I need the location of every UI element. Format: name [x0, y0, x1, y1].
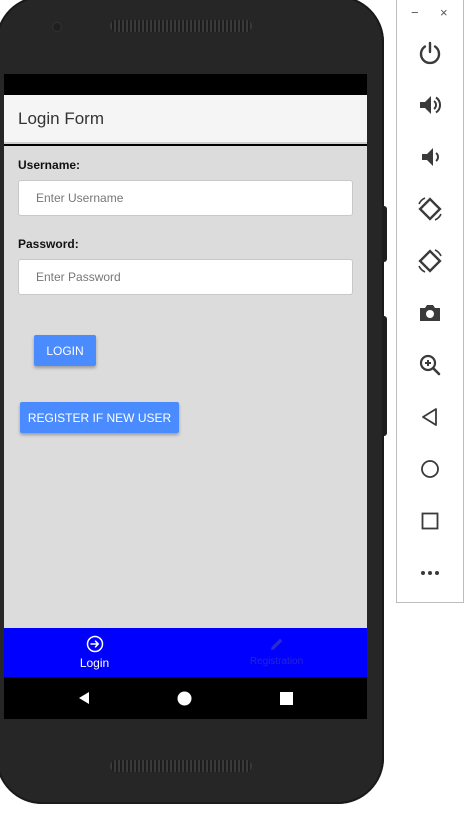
- bottom-tab-bar: Login Registration: [4, 628, 367, 677]
- password-field-box: [18, 259, 353, 295]
- bottom-speaker: [110, 760, 252, 772]
- nav-back-icon[interactable]: [77, 691, 91, 710]
- volume-down-icon[interactable]: [414, 141, 446, 173]
- volume-up-icon[interactable]: [414, 89, 446, 121]
- earpiece-speaker: [110, 20, 252, 32]
- overview-icon[interactable]: [414, 505, 446, 537]
- tab-login[interactable]: Login: [4, 628, 185, 677]
- tab-registration-label: Registration: [249, 656, 304, 667]
- pencil-icon: [268, 635, 286, 653]
- zoom-in-icon[interactable]: [414, 349, 446, 381]
- power-side-button[interactable]: [382, 316, 387, 436]
- tab-registration[interactable]: Registration: [186, 628, 367, 677]
- login-form: Username: Password: LOGIN REGISTER IF NE…: [4, 146, 367, 628]
- volume-rocker[interactable]: [382, 206, 387, 262]
- android-nav-bar: [4, 677, 367, 719]
- back-icon[interactable]: [414, 401, 446, 433]
- device-screen: Login Form Username: Password: LOGIN REG…: [4, 74, 367, 719]
- login-button[interactable]: LOGIN: [34, 335, 96, 366]
- power-icon[interactable]: [414, 37, 446, 69]
- rotate-right-icon[interactable]: [414, 245, 446, 277]
- nav-overview-icon[interactable]: [280, 692, 293, 710]
- status-bar: [4, 74, 367, 95]
- password-label: Password:: [18, 237, 79, 251]
- front-camera: [52, 22, 62, 32]
- tab-login-label: Login: [79, 656, 110, 670]
- rotate-left-icon[interactable]: [414, 193, 446, 225]
- emulator-toolbar: − ×: [396, 0, 464, 603]
- login-icon: [86, 635, 104, 653]
- username-input[interactable]: [19, 181, 352, 215]
- home-icon[interactable]: [414, 453, 446, 485]
- username-label: Username:: [18, 158, 81, 172]
- nav-home-icon[interactable]: [177, 691, 192, 711]
- password-input[interactable]: [19, 260, 352, 294]
- camera-icon[interactable]: [414, 297, 446, 329]
- minimize-button[interactable]: −: [411, 5, 419, 20]
- app-bar: Login Form: [4, 95, 367, 144]
- username-field-box: [18, 180, 353, 216]
- close-button[interactable]: ×: [440, 5, 448, 20]
- page-title: Login Form: [18, 108, 104, 128]
- more-icon[interactable]: [414, 557, 446, 589]
- register-button[interactable]: REGISTER IF NEW USER: [20, 402, 179, 433]
